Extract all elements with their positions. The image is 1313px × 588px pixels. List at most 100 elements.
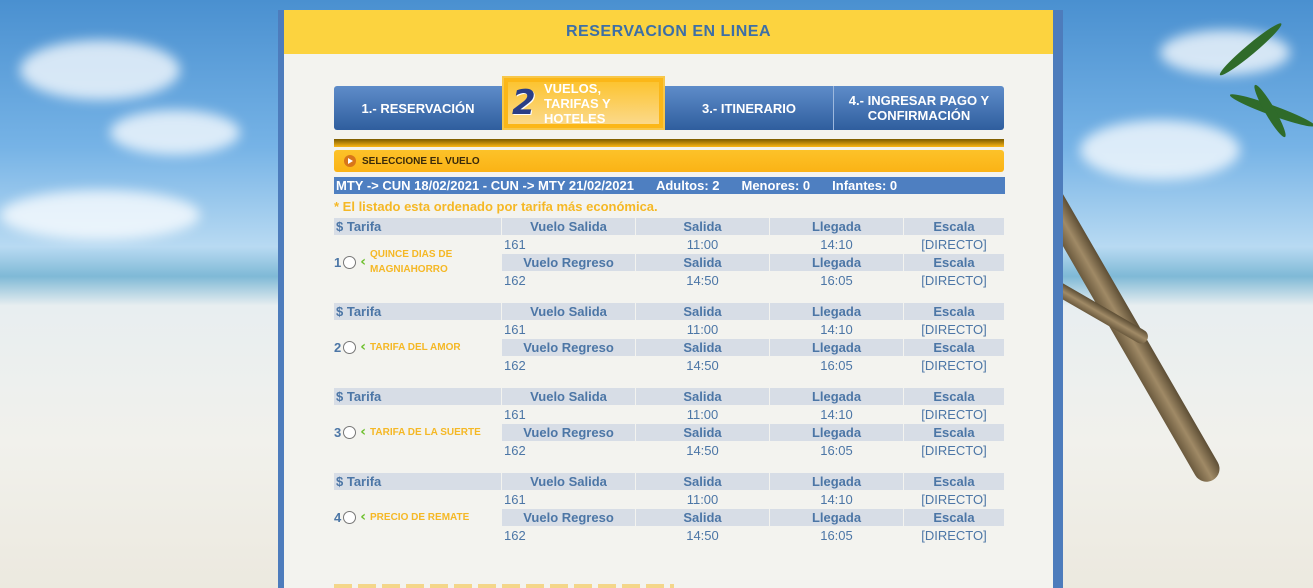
vuelo-regreso-header: Vuelo Regreso — [502, 254, 635, 271]
stop-type: [DIRECTO] — [921, 528, 987, 543]
fare-selector: 2 ‹ TARIFA DEL AMOR — [334, 325, 500, 369]
arrival-time: 14:10 — [820, 322, 853, 337]
stop-type: [DIRECTO] — [921, 273, 987, 288]
departure-time: 11:00 — [686, 492, 719, 507]
step-vuelos-inner: 2 VUELOS, TARIFAS Y HOTELES — [508, 80, 659, 126]
step-number: 2 — [512, 83, 536, 123]
arrival-time: 16:05 — [820, 443, 853, 458]
step-itinerario[interactable]: 3.- ITINERARIO — [665, 86, 833, 130]
arrival-time: 16:05 — [820, 528, 853, 543]
departure-time: 11:00 — [686, 407, 719, 422]
stop-type: [DIRECTO] — [921, 322, 987, 337]
stop-type: [DIRECTO] — [921, 492, 987, 507]
vuelo-regreso-header: Vuelo Regreso — [502, 424, 635, 441]
arrival-time: 14:10 — [820, 407, 853, 422]
page-title: RESERVACION EN LINEA — [284, 10, 1053, 54]
stop-type: [DIRECTO] — [921, 237, 987, 252]
llegada-header: Llegada — [770, 424, 903, 441]
escala-header: Escala — [904, 388, 1004, 405]
route-summary: MTY -> CUN 18/02/2021 - CUN -> MTY 21/02… — [334, 177, 1005, 194]
flight-number: 161 — [504, 322, 526, 337]
panel-content: RESERVACION EN LINEA 1.- RESERVACIÓN 2 V… — [284, 10, 1053, 588]
route-infants: Infantes: 0 — [832, 178, 898, 193]
llegada-header: Llegada — [770, 473, 903, 490]
route-minors: Menores: 0 — [741, 178, 811, 193]
flight-number: 161 — [504, 407, 526, 422]
departure-time: 14:50 — [686, 273, 719, 288]
tarifa-header: $ Tarifa — [334, 218, 501, 235]
departure-time: 14:50 — [686, 443, 719, 458]
route-trip: MTY -> CUN 18/02/2021 - CUN -> MTY 21/02… — [336, 178, 634, 193]
fare-name: PRECIO DE REMATE — [370, 511, 470, 523]
cloud — [110, 110, 240, 155]
flight-number: 161 — [504, 492, 526, 507]
vuelo-salida-header: Vuelo Salida — [502, 303, 635, 320]
salida-header: Salida — [636, 509, 769, 526]
stop-type: [DIRECTO] — [921, 358, 987, 373]
escala-header: Escala — [904, 303, 1004, 320]
salida-header: Salida — [636, 218, 769, 235]
vuelo-salida-header: Vuelo Salida — [502, 473, 635, 490]
tarifa-header: $ Tarifa — [334, 303, 501, 320]
salida-header: Salida — [636, 339, 769, 356]
fare-number: 3 — [334, 424, 342, 440]
fare-name: TARIFA DE LA SUERTE — [370, 426, 481, 438]
divider — [334, 139, 1004, 147]
flight-number: 162 — [504, 358, 526, 373]
salida-header: Salida — [636, 473, 769, 490]
arrow-right-icon — [344, 155, 356, 167]
llegada-header: Llegada — [770, 388, 903, 405]
fare-number: 1 — [334, 254, 342, 270]
llegada-header: Llegada — [770, 509, 903, 526]
vuelo-regreso-header: Vuelo Regreso — [502, 509, 635, 526]
select-flight-label: SELECCIONE EL VUELO — [362, 155, 480, 167]
leaf-icon: ‹ — [360, 509, 367, 525]
cloud — [20, 40, 180, 100]
escala-header: Escala — [904, 509, 1004, 526]
llegada-header: Llegada — [770, 339, 903, 356]
llegada-header: Llegada — [770, 303, 903, 320]
step-vuelos-active[interactable]: 2 VUELOS, TARIFAS Y HOTELES — [502, 76, 665, 130]
step-pago[interactable]: 4.- INGRESAR PAGO Y CONFIRMACIÓN — [833, 86, 1004, 130]
fare-number: 4 — [334, 509, 342, 525]
vuelo-salida-header: Vuelo Salida — [502, 218, 635, 235]
sort-note: * El listado esta ordenado por tarifa má… — [334, 199, 658, 214]
fare-option: $ Tarifa Vuelo Salida Salida Llegada Escala 1… — [334, 303, 1004, 375]
tarifa-header: $ Tarifa — [334, 388, 501, 405]
arrival-time: 16:05 — [820, 358, 853, 373]
vuelo-salida-header: Vuelo Salida — [502, 388, 635, 405]
fare-option: $ Tarifa Vuelo Salida Salida Llegada Escala 1… — [334, 473, 1004, 545]
fare-selector: 1 ‹ QUINCE DIAS DE MAGNIAHORRO — [334, 240, 500, 284]
fare-radio[interactable] — [343, 425, 357, 439]
vuelo-regreso-header: Vuelo Regreso — [502, 339, 635, 356]
arrival-time: 14:10 — [820, 237, 853, 252]
leaf-icon: ‹ — [360, 339, 367, 355]
flight-number: 161 — [504, 237, 526, 252]
fare-name: QUINCE DIAS DE MAGNIAHORRO — [370, 249, 453, 275]
departure-time: 14:50 — [686, 358, 719, 373]
escala-header: Escala — [904, 339, 1004, 356]
flight-number: 162 — [504, 273, 526, 288]
step-navigation: 1.- RESERVACIÓN 2 VUELOS, TARIFAS Y HOTE… — [334, 76, 1004, 130]
fare-selector: 4 ‹ PRECIO DE REMATE — [334, 495, 500, 539]
leaf-icon: ‹ — [360, 254, 367, 270]
step-vuelos-label: VUELOS, TARIFAS Y HOTELES — [544, 80, 611, 126]
stop-type: [DIRECTO] — [921, 443, 987, 458]
flight-number: 162 — [504, 528, 526, 543]
fare-option: $ Tarifa Vuelo Salida Salida Llegada Escala 1… — [334, 388, 1004, 460]
arrival-time: 16:05 — [820, 273, 853, 288]
salida-header: Salida — [636, 303, 769, 320]
fare-radio[interactable] — [343, 340, 357, 354]
fare-selector: 3 ‹ TARIFA DE LA SUERTE — [334, 410, 500, 454]
cloud — [0, 190, 200, 240]
fare-radio[interactable] — [343, 510, 357, 524]
escala-header: Escala — [904, 218, 1004, 235]
leaf-icon: ‹ — [360, 424, 367, 440]
fare-option: $ Tarifa Vuelo Salida Salida Llegada Escala 1… — [334, 218, 1004, 290]
step-reservacion[interactable]: 1.- RESERVACIÓN — [334, 86, 502, 130]
salida-header: Salida — [636, 254, 769, 271]
salida-header: Salida — [636, 424, 769, 441]
fare-radio[interactable] — [343, 255, 357, 269]
reservation-panel: RESERVACION EN LINEA 1.- RESERVACIÓN 2 V… — [278, 10, 1063, 588]
fare-number: 2 — [334, 339, 342, 355]
